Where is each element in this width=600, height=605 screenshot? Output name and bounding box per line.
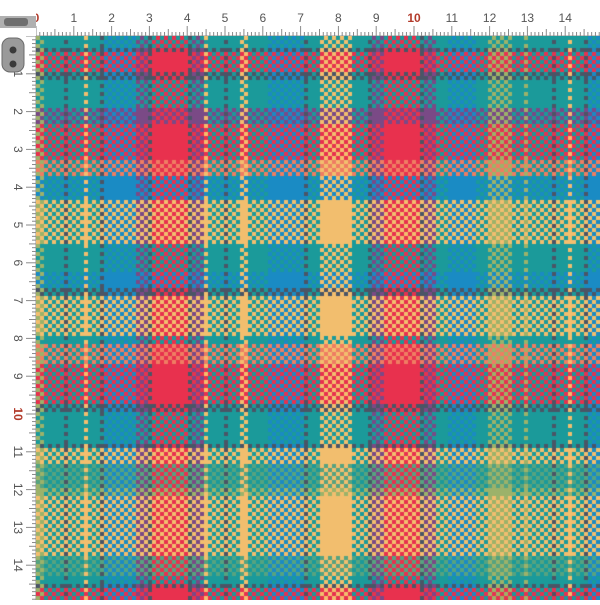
left-ruler-label: 4 (11, 184, 25, 191)
plaid-weave-canvas (36, 36, 600, 600)
top-ruler-label: 14 (559, 11, 573, 25)
top-ruler-label: 5 (222, 11, 229, 25)
left-ruler-label: 5 (11, 222, 25, 229)
top-ruler-label: 6 (259, 11, 266, 25)
top-ruler-label: 4 (184, 11, 191, 25)
left-ruler-label: 7 (11, 297, 25, 304)
top-ruler-label: 7 (297, 11, 304, 25)
left-ruler-label: 11 (11, 446, 25, 459)
left-ruler-label: 8 (11, 335, 25, 342)
top-ruler-label: 13 (521, 11, 535, 25)
left-ruler-label: 14 (11, 559, 25, 573)
left-ruler-label: 3 (11, 146, 25, 153)
top-ruler: 012345678910111213141 (0, 0, 600, 36)
left-ruler: 1234567891011121314 (0, 0, 36, 600)
ruler-clip (0, 0, 36, 76)
clip-icon (0, 0, 36, 76)
plaid-fabric-swatch (36, 36, 600, 600)
left-ruler-label: 13 (11, 521, 25, 535)
top-ruler-label: 8 (335, 11, 342, 25)
left-ruler-label: 10 (11, 407, 25, 421)
top-ruler-label: 1 (70, 11, 77, 25)
left-ruler-label: 2 (11, 108, 25, 115)
top-ruler-label: 2 (108, 11, 115, 25)
left-ruler-label: 9 (11, 373, 25, 380)
top-ruler-label: 3 (146, 11, 153, 25)
left-ruler-label: 12 (11, 483, 25, 497)
top-ruler-scale: 012345678910111213141 (0, 0, 600, 36)
left-ruler-label: 6 (11, 259, 25, 266)
top-ruler-label: 12 (483, 11, 497, 25)
top-ruler-label: 11 (446, 11, 459, 25)
top-ruler-label: 10 (407, 11, 421, 25)
top-ruler-label: 9 (373, 11, 380, 25)
left-ruler-scale: 1234567891011121314 (0, 0, 36, 600)
